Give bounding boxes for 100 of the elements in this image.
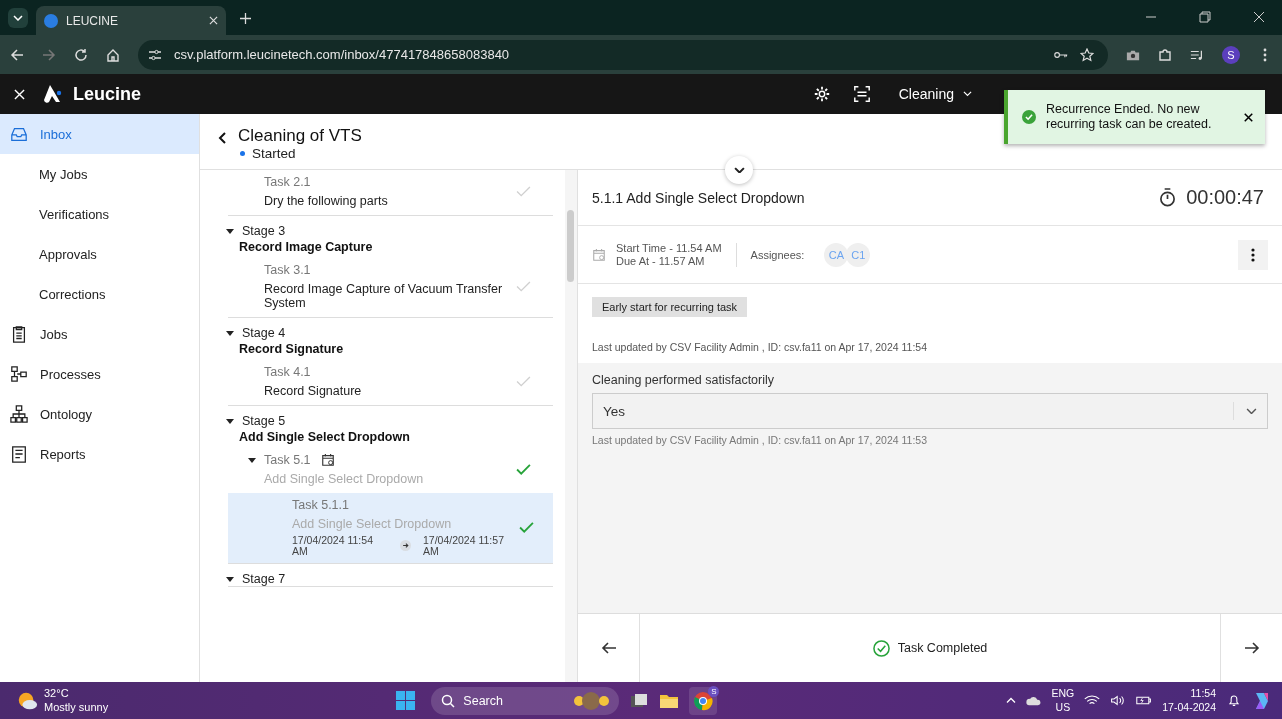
forward-icon[interactable]: [42, 47, 56, 62]
chevron-up-icon[interactable]: [1005, 697, 1016, 704]
task-number: Task 5.1.1: [292, 498, 349, 512]
clock[interactable]: 11:54 17-04-2024: [1162, 686, 1216, 715]
weather-condition: Mostly sunny: [44, 700, 109, 714]
taskbar-search[interactable]: Search: [431, 686, 620, 715]
start-icon[interactable]: [396, 691, 416, 710]
tab-title: LEUCINE: [66, 13, 119, 28]
task-number: Task 2.1: [264, 175, 311, 189]
task-number: Task 5.1: [264, 453, 311, 467]
task-name: Record Signature: [264, 384, 363, 398]
battery-icon[interactable]: [1136, 694, 1153, 707]
browser-tab[interactable]: LEUCINE: [36, 6, 226, 35]
tab-search-button[interactable]: [8, 8, 28, 28]
settings-icon[interactable]: [812, 85, 831, 103]
collapse-button[interactable]: [725, 156, 753, 184]
restore-icon[interactable]: [1199, 11, 1211, 23]
recurring-badge: Early start for recurring task: [592, 297, 748, 317]
stage-title: Record Signature: [239, 342, 345, 356]
scrollbar[interactable]: [565, 170, 577, 682]
reload-icon[interactable]: [74, 47, 88, 62]
task-timer: 00:00:47: [1186, 186, 1264, 209]
bell-icon[interactable]: [1226, 694, 1242, 707]
task-name: Add Single Select Dropdown: [263, 472, 425, 486]
last-updated-text: Last updated by CSV Facility Admin , ID: csv.fa11 on Apr 17, 2024 11:53: [592, 434, 929, 446]
collapse-caret-icon[interactable]: [226, 228, 234, 234]
task-number: Task 4.1: [264, 365, 311, 379]
chevron-down-icon: [963, 91, 972, 97]
collapse-caret-icon[interactable]: [226, 418, 234, 424]
more-options-button[interactable]: [1238, 239, 1268, 270]
stage-number: Stage 3: [242, 224, 286, 238]
favicon-icon: [44, 13, 58, 28]
chevron-down-icon: [733, 166, 745, 174]
select-field[interactable]: Yes: [592, 393, 1268, 429]
stage-number: Stage 5: [242, 414, 286, 428]
last-updated-text: Last updated by CSV Facility Admin , ID: csv.fa11 on Apr 17, 2024 11:54: [592, 341, 929, 353]
volume-icon[interactable]: [1110, 694, 1127, 707]
stopwatch-icon: [1159, 188, 1177, 207]
sidebar-item[interactable]: Jobs: [0, 314, 199, 354]
sidebar-item[interactable]: Processes: [0, 354, 199, 394]
task-item[interactable]: Task 2.1 Dry the following parts: [228, 170, 553, 215]
stage-title: Record Image Capture: [239, 240, 374, 254]
new-tab-icon[interactable]: [240, 13, 251, 24]
check-circle-icon: [872, 639, 890, 657]
sidebar-item[interactable]: Reports: [0, 434, 199, 474]
task-name: Record Image Capture of Vacuum Transfer System: [264, 282, 504, 310]
logo-icon: [43, 84, 63, 104]
clipboard-icon: [10, 325, 28, 343]
task-title: 5.1.1 Add Single Select Dropdown: [592, 189, 805, 206]
site-settings-icon[interactable]: [148, 47, 162, 62]
task-name: Add Single Select Dropdown: [292, 517, 453, 531]
sidebar-item[interactable]: Corrections: [0, 274, 199, 314]
star-icon[interactable]: [1080, 47, 1094, 62]
search-icon: [441, 693, 456, 708]
home-icon[interactable]: [106, 47, 120, 62]
report-icon: [10, 445, 28, 463]
arrow-right-icon: [1243, 641, 1260, 655]
start-time: 17/04/2024 11:54 AM: [292, 535, 374, 556]
sidebar-item[interactable]: Ontology: [0, 394, 199, 434]
address-bar[interactable]: csv.platform.leucinetech.com/inbox/477417848658083840: [138, 39, 1108, 70]
task-item[interactable]: Task 3.1 Record Image Capture of Vacuum Transfer System: [228, 258, 553, 317]
chevron-down-icon: [13, 15, 23, 21]
recurring-calendar-icon: [592, 247, 606, 262]
task-item[interactable]: Task 4.1 Record Signature: [228, 360, 553, 405]
collapse-caret-icon[interactable]: [226, 576, 234, 582]
task-item[interactable]: Task 5.1.1 Add Single Select Dropdown 17/04/2024 11:54 AM 17/04/2024 11:57 AM: [228, 493, 553, 563]
wifi-icon[interactable]: [1084, 694, 1101, 707]
task-name: Dry the following parts: [264, 194, 389, 208]
task-number: Task 3.1: [264, 263, 311, 277]
collapse-caret-icon[interactable]: [248, 457, 256, 463]
more-icon: [1251, 247, 1255, 262]
sidebar-item[interactable]: Approvals: [0, 234, 199, 274]
sidebar-item[interactable]: Inbox: [0, 114, 199, 154]
sidebar-item[interactable]: Verifications: [0, 194, 199, 234]
inbox-icon: [10, 125, 28, 143]
assignees-label: Assignees:: [750, 248, 805, 261]
arrow-left-icon: [600, 641, 617, 655]
collapse-caret-icon[interactable]: [226, 330, 234, 336]
chevron-down-icon: [1246, 407, 1257, 415]
due-time: Due At - 11.57 AM: [616, 254, 706, 267]
flowchart-icon: [10, 365, 28, 383]
stage-number: Stage 4: [242, 326, 286, 340]
browser-taskbar-button[interactable]: S: [689, 686, 718, 715]
temperature: 32°C: [44, 687, 70, 701]
end-time: 17/04/2024 11:57 AM: [423, 535, 505, 556]
start-time: Start Time - 11.54 AM: [616, 242, 722, 255]
sidebar-item[interactable]: My Jobs: [0, 154, 199, 194]
cloud-icon[interactable]: [1025, 694, 1042, 707]
task-status: Task Completed: [897, 641, 988, 655]
facility-dropdown[interactable]: Cleaning: [892, 85, 978, 103]
profile-avatar[interactable]: S: [1222, 45, 1240, 64]
scan-icon[interactable]: [852, 85, 871, 103]
back-icon[interactable]: [218, 132, 226, 144]
task-item[interactable]: Task 5.1 Add Single Select Dropdown: [228, 448, 553, 493]
language-indicator[interactable]: ENG US: [1051, 686, 1075, 715]
job-title: Cleaning of VTS: [238, 126, 362, 146]
extensions-icon[interactable]: [1158, 47, 1172, 62]
stage-title: Add Single Select Dropdown: [239, 430, 411, 444]
parameter-label: Cleaning performed satisfactorily: [592, 373, 776, 387]
close-icon[interactable]: [1244, 112, 1253, 122]
